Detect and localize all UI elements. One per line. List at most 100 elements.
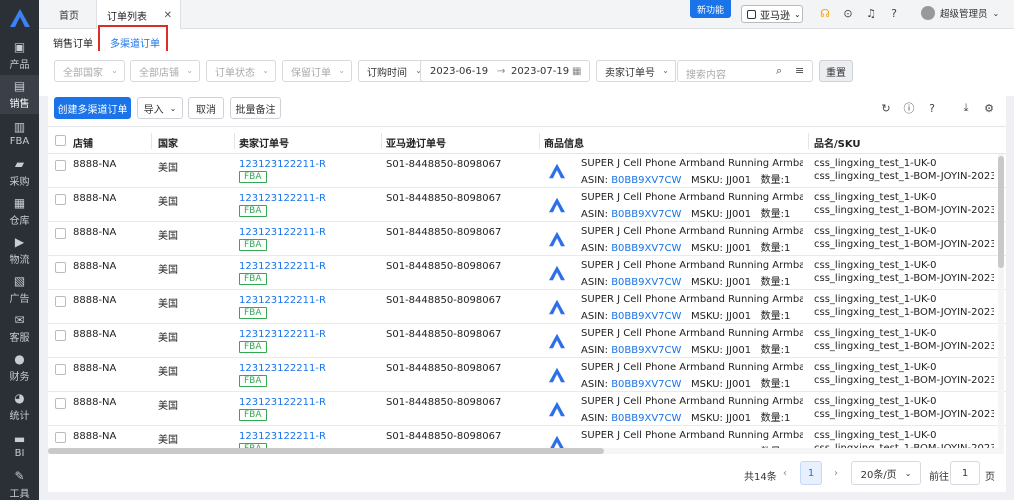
asin-link[interactable]: B0BB9XV7CW xyxy=(611,243,681,254)
row-checkbox[interactable] xyxy=(55,262,66,273)
date-start[interactable]: 2023-06-19 xyxy=(430,66,488,77)
product-image-icon[interactable] xyxy=(549,197,565,213)
seller-order-link[interactable]: 123123122211-R xyxy=(239,329,326,340)
info-icon[interactable]: ⓘ xyxy=(903,102,915,115)
sidebar-item-10[interactable]: ▬ BI xyxy=(0,426,39,465)
row-checkbox[interactable] xyxy=(55,398,66,409)
horizontal-scroll-thumb[interactable] xyxy=(48,448,604,454)
asin-link[interactable]: B0BB9XV7CW xyxy=(611,413,681,424)
seller-order-link[interactable]: 123123122211-R xyxy=(239,193,326,204)
sidebar-item-2[interactable]: ▥ FBA xyxy=(0,114,39,153)
row-checkbox[interactable] xyxy=(55,160,66,171)
country-cell: 美国 xyxy=(158,265,178,276)
vertical-scrollbar[interactable] xyxy=(998,154,1004,454)
table-row[interactable]: 8888-NA 美国 123123122211-RFBA S01-8448850-80… xyxy=(48,222,1006,256)
sidebar-item-11[interactable]: ✎ 工具 xyxy=(0,465,39,500)
page-1-button[interactable]: 1 xyxy=(800,461,822,485)
row-checkbox[interactable] xyxy=(55,228,66,239)
search-input[interactable]: 搜索内容 ⌕ ≡ xyxy=(677,60,813,82)
cancel-button[interactable]: 取消 xyxy=(188,97,224,119)
date-end[interactable]: 2023-07-19 xyxy=(511,66,569,77)
download-icon[interactable]: ⤓ xyxy=(960,101,972,114)
row-checkbox[interactable] xyxy=(55,432,66,443)
time-type-select[interactable]: 订购时间 ⌄ xyxy=(358,60,428,82)
seller-order-link[interactable]: 123123122211-R xyxy=(239,363,326,374)
import-button[interactable]: 导入 ⌄ xyxy=(137,97,183,119)
sidebar-item-9[interactable]: ◕ 统计 xyxy=(0,387,39,426)
row-checkbox[interactable] xyxy=(55,364,66,375)
asin-link[interactable]: B0BB9XV7CW xyxy=(611,209,681,220)
select-all-checkbox[interactable] xyxy=(55,135,66,146)
row-checkbox[interactable] xyxy=(55,330,66,341)
table-row[interactable]: 8888-NA 美国 123123122211-RFBA S01-8448850-80… xyxy=(48,188,1006,222)
list-icon[interactable]: ≡ xyxy=(795,64,804,77)
asin-link[interactable]: B0BB9XV7CW xyxy=(611,345,681,356)
sidebar-item-7[interactable]: ✉ 客服 xyxy=(0,309,39,348)
seller-order-link[interactable]: 123123122211-R xyxy=(239,227,326,238)
table-row[interactable]: 8888-NA 美国 123123122211-RFBA S01-8448850-80… xyxy=(48,154,1006,188)
create-multichannel-order-button[interactable]: 创建多渠道订单 xyxy=(54,97,131,119)
new-feature-button[interactable]: 新功能 xyxy=(690,0,732,18)
help-icon[interactable]: ? xyxy=(888,7,900,20)
app-logo[interactable] xyxy=(0,0,39,36)
product-meta: ASIN: B0BB9XV7CW MSKU: JJ001 数量:1 xyxy=(581,239,790,254)
product-image-icon[interactable] xyxy=(549,299,565,315)
horizontal-scrollbar[interactable] xyxy=(48,448,998,454)
sidebar-item-6[interactable]: ▧ 广告 xyxy=(0,270,39,309)
product-image-icon[interactable] xyxy=(549,367,565,383)
seller-order-link[interactable]: 123123122211-R xyxy=(239,159,326,170)
product-image-icon[interactable] xyxy=(549,163,565,179)
tab-sales-orders[interactable]: 销售订单 xyxy=(53,35,93,50)
headset-icon[interactable]: ☊ xyxy=(819,7,831,20)
sidebar-item-1[interactable]: ▤ 销售 xyxy=(0,75,39,114)
row-checkbox[interactable] xyxy=(55,194,66,205)
asin-link[interactable]: B0BB9XV7CW xyxy=(611,277,681,288)
batch-note-button[interactable]: 批量备注 xyxy=(230,97,281,119)
close-icon[interactable]: ✕ xyxy=(164,10,172,21)
product-image-icon[interactable] xyxy=(549,401,565,417)
goto-page-input[interactable]: 1 xyxy=(950,461,980,485)
help-icon[interactable]: ? xyxy=(926,102,938,115)
seller-order-link[interactable]: 123123122211-R xyxy=(239,295,326,306)
table-row[interactable]: 8888-NA 美国 123123122211-RFBA S01-8448850-80… xyxy=(48,290,1006,324)
seller-order-link[interactable]: 123123122211-R xyxy=(239,431,326,442)
product-title: SUPER J Cell Phone Armband Running Armba… xyxy=(581,430,803,441)
asin-link[interactable]: B0BB9XV7CW xyxy=(611,379,681,390)
order-field-select[interactable]: 卖家订单号 ⌄ xyxy=(596,60,676,82)
country-filter[interactable]: 全部国家 ⌄ xyxy=(54,60,125,82)
product-image-icon[interactable] xyxy=(549,333,565,349)
date-range-picker[interactable]: 2023-06-19 → 2023-07-19 ▦ xyxy=(420,60,590,82)
tab-home[interactable]: 首页 xyxy=(49,0,89,29)
product-image-icon[interactable] xyxy=(549,265,565,281)
vertical-scroll-thumb[interactable] xyxy=(998,156,1004,268)
sidebar-item-8[interactable]: ● 财务 xyxy=(0,348,39,387)
table-row[interactable]: 8888-NA 美国 123123122211-RFBA S01-8448850-80… xyxy=(48,358,1006,392)
store-filter[interactable]: 全部店铺 ⌄ xyxy=(130,60,200,82)
table-row[interactable]: 8888-NA 美国 123123122211-RFBA S01-8448850-80… xyxy=(48,392,1006,426)
next-page-icon[interactable]: › xyxy=(834,468,838,479)
sidebar-item-4[interactable]: ▦ 仓库 xyxy=(0,192,39,231)
refresh-icon[interactable]: ↻ xyxy=(880,102,892,115)
settings-icon[interactable]: ⚙ xyxy=(983,102,995,115)
search-icon[interactable]: ⌕ xyxy=(776,64,782,78)
seller-order-link[interactable]: 123123122211-R xyxy=(239,397,326,408)
user-menu[interactable]: 超级管理员 ⌄ xyxy=(921,6,999,20)
prev-page-icon[interactable]: ‹ xyxy=(783,468,787,479)
sidebar-item-3[interactable]: ▰ 采购 xyxy=(0,153,39,192)
status-filter[interactable]: 订单状态 ⌄ xyxy=(206,60,276,82)
download-circle-icon[interactable]: ⊙ xyxy=(842,7,854,20)
asin-link[interactable]: B0BB9XV7CW xyxy=(611,175,681,186)
product-image-icon[interactable] xyxy=(549,231,565,247)
page-size-select[interactable]: 20条/页 ⌄ xyxy=(851,461,921,485)
sidebar-item-5[interactable]: ▶ 物流 xyxy=(0,231,39,270)
table-row[interactable]: 8888-NA 美国 123123122211-RFBA S01-8448850-80… xyxy=(48,324,1006,358)
table-row[interactable]: 8888-NA 美国 123123122211-RFBA S01-8448850-80… xyxy=(48,256,1006,290)
reserved-filter[interactable]: 保留订单 ⌄ xyxy=(282,60,352,82)
platform-select[interactable]: 亚马逊 ⌄ xyxy=(741,5,803,23)
sidebar-item-0[interactable]: ▣ 产品 xyxy=(0,36,39,75)
seller-order-link[interactable]: 123123122211-R xyxy=(239,261,326,272)
asin-link[interactable]: B0BB9XV7CW xyxy=(611,311,681,322)
reset-button[interactable]: 重置 xyxy=(819,60,853,82)
row-checkbox[interactable] xyxy=(55,296,66,307)
bell-icon[interactable]: ♫ xyxy=(865,7,877,20)
